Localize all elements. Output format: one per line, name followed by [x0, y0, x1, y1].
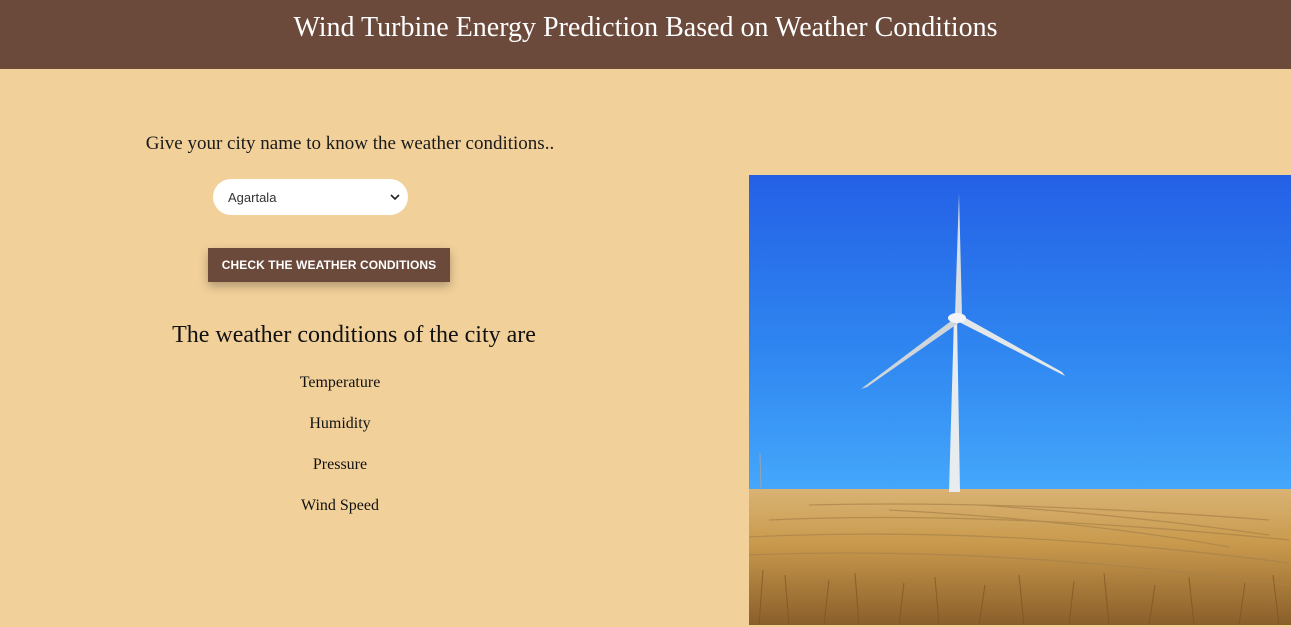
metric-humidity: Humidity: [309, 415, 371, 432]
city-prompt: Give your city name to know the weather …: [145, 133, 555, 154]
page-title: Wind Turbine Energy Prediction Based on …: [293, 11, 998, 43]
city-select-value: Agartala: [228, 189, 277, 205]
wind-turbine-image: [749, 175, 1291, 625]
chevron-down-icon: [390, 192, 400, 203]
results-title: The weather conditions of the city are: [172, 322, 536, 348]
city-select[interactable]: Agartala: [213, 179, 408, 215]
page-header: Wind Turbine Energy Prediction Based on …: [0, 0, 1291, 69]
check-weather-button[interactable]: CHECK THE WEATHER CONDITIONS: [208, 248, 450, 282]
metric-wind-speed: Wind Speed: [300, 497, 379, 514]
metric-pressure: Pressure: [312, 456, 368, 473]
metric-temperature: Temperature: [299, 374, 381, 391]
